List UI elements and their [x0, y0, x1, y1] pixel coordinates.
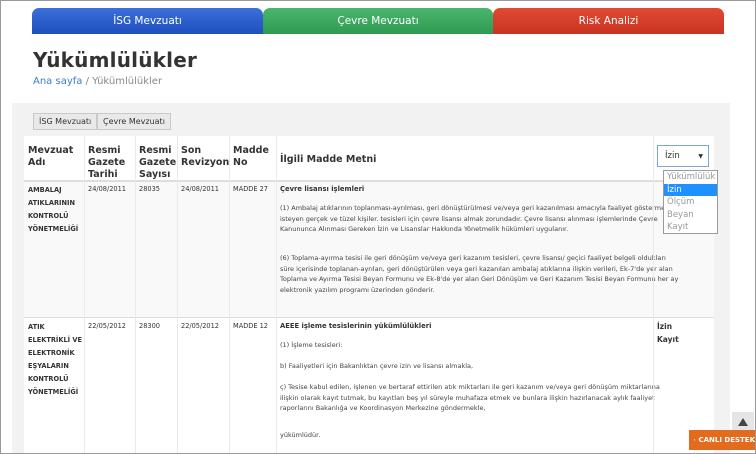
- table-header: Mevzuat Adı Resmi Gazete Tarihi Resmi Ga…: [24, 136, 714, 182]
- live-support-label: CANLI DESTEK: [698, 436, 755, 444]
- breadcrumb-separator: /: [82, 76, 93, 87]
- column-divider: [177, 136, 178, 454]
- column-divider: [135, 136, 136, 454]
- live-support-button[interactable]: CANLI DESTEK: [689, 430, 755, 450]
- obligation-type: İzin Kayıt: [657, 322, 679, 344]
- article-paragraph: (1) Ambalaj atıklarının toplanması-ayrıl…: [280, 204, 669, 233]
- header-article-no: Madde No: [233, 145, 269, 168]
- type-option-beyan[interactable]: Beyan: [664, 209, 717, 222]
- type-option-izin[interactable]: İzin: [664, 183, 717, 197]
- tab-risk-analizi[interactable]: Risk Analizi: [493, 8, 724, 34]
- type-filter-value: İzin: [665, 151, 680, 161]
- table-row: AMBALAJ ATIKLARININ KONTROLÜ YÖNETMELİĞİ…: [24, 182, 714, 318]
- header-gazette-date: Resmi Gazete Tarihi: [88, 145, 126, 180]
- type-option-kayit[interactable]: Kayıt: [664, 221, 717, 234]
- law-name: ATIK ELEKTRİKLİ VE ELEKTRONİK EŞYALARIN …: [28, 323, 83, 396]
- breadcrumb: Ana sayfa / Yükümlülükler: [33, 76, 162, 87]
- tab-cevre-mevzuati[interactable]: Çevre Mevzuatı: [263, 8, 493, 34]
- column-divider: [276, 136, 277, 454]
- filter-cevre-button[interactable]: Çevre Mevzuatı: [97, 113, 171, 130]
- gazette-no: 28300: [139, 322, 160, 330]
- article-title: AEEE işleme tesislerinin yükümlülükleri: [280, 322, 432, 330]
- type-option-yukumluluk[interactable]: Yükümlülük: [664, 171, 717, 184]
- last-revision: 22/05/2012: [181, 322, 220, 330]
- table-row: ATIK ELEKTRİKLİ VE ELEKTRONİK EŞYALARIN …: [24, 318, 714, 454]
- column-divider: [653, 136, 654, 454]
- breadcrumb-current: Yükümlülükler: [92, 76, 163, 87]
- top-tabs: İSG Mevzuatı Çevre Mevzuatı Risk Analizi: [32, 8, 724, 34]
- gazette-date: 22/05/2012: [88, 322, 127, 330]
- page-title: Yükümlülükler: [33, 48, 198, 72]
- article-paragraph: ç) Tesise kabul edilen, işlenen ve berta…: [280, 383, 660, 412]
- column-divider: [84, 136, 85, 454]
- last-revision: 24/08/2011: [181, 185, 220, 193]
- scroll-to-top-button[interactable]: [732, 412, 754, 432]
- article-paragraph: b) Faaliyetleri için Bakanlıktan çevre i…: [280, 362, 474, 370]
- filter-isg-button[interactable]: İSG Mevzuatı: [33, 113, 98, 130]
- type-filter-dropdown: Yükümlülük İzin Ölçüm Beyan Kayıt: [663, 170, 718, 234]
- header-last-revision: Son Revizyon: [181, 145, 230, 168]
- chat-icon: [694, 439, 696, 441]
- article-paragraph: (6) Toplama-ayırma tesisi ile geri dönüş…: [280, 254, 679, 294]
- article-paragraph: yükümlüdür.: [280, 431, 321, 439]
- tab-isg-mevzuati[interactable]: İSG Mevzuatı: [32, 8, 263, 34]
- header-article-text: İlgili Madde Metni: [280, 154, 377, 165]
- gazette-date: 24/08/2011: [88, 185, 127, 193]
- type-option-olcum[interactable]: Ölçüm: [664, 196, 717, 209]
- arrow-up-icon: [738, 418, 748, 426]
- obligations-table: Mevzuat Adı Resmi Gazete Tarihi Resmi Ga…: [24, 136, 714, 454]
- column-divider: [229, 136, 230, 454]
- article-no: MADDE 27: [233, 185, 269, 193]
- law-name: AMBALAJ ATIKLARININ KONTROLÜ YÖNETMELİĞİ: [28, 186, 79, 233]
- header-gazette-no: Resmi Gazete Sayısı: [139, 145, 177, 180]
- gazette-no: 28035: [139, 185, 160, 193]
- chevron-down-icon: ▼: [698, 152, 703, 160]
- article-paragraph: (1) İşleme tesisleri:: [280, 341, 343, 349]
- header-law: Mevzuat Adı: [28, 145, 74, 168]
- article-no: MADDE 12: [233, 322, 269, 330]
- breadcrumb-home-link[interactable]: Ana sayfa: [33, 76, 82, 87]
- type-filter-select[interactable]: İzin ▼: [657, 145, 709, 167]
- article-title: Çevre lisansı işlemleri: [280, 185, 365, 193]
